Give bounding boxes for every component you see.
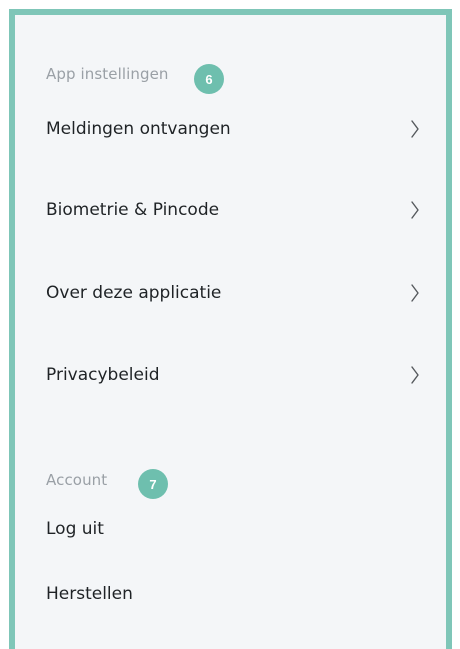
settings-item-biometrics[interactable]: Biometrie & Pincode	[46, 188, 423, 232]
step-badge-6: 6	[194, 64, 224, 94]
settings-panel: App instellingen 6 Meldingen ontvangen B…	[9, 9, 452, 649]
section-label-app-settings: App instellingen	[46, 65, 169, 83]
account-item-label: Log uit	[46, 519, 104, 539]
chevron-right-icon	[407, 116, 423, 142]
settings-item-label: Over deze applicatie	[46, 283, 222, 303]
chevron-right-icon	[407, 197, 423, 223]
section-label-account: Account	[46, 471, 108, 489]
section-header-account: Account	[46, 471, 107, 489]
chevron-right-icon	[407, 280, 423, 306]
settings-item-label: Biometrie & Pincode	[46, 200, 220, 220]
settings-item-privacy-policy[interactable]: Privacybeleid	[46, 353, 423, 397]
settings-item-about-app[interactable]: Over deze applicatie	[46, 271, 423, 315]
account-item-restore[interactable]: Herstellen	[46, 572, 423, 616]
settings-item-label: Privacybeleid	[46, 365, 160, 385]
chevron-right-icon	[407, 362, 423, 388]
account-item-logout[interactable]: Log uit	[46, 507, 423, 551]
section-header-app-settings: App instellingen	[46, 65, 169, 83]
settings-item-label: Meldingen ontvangen	[46, 119, 231, 139]
account-item-label: Herstellen	[46, 584, 133, 604]
step-badge-7: 7	[138, 469, 168, 499]
settings-item-notifications[interactable]: Meldingen ontvangen	[46, 107, 423, 151]
